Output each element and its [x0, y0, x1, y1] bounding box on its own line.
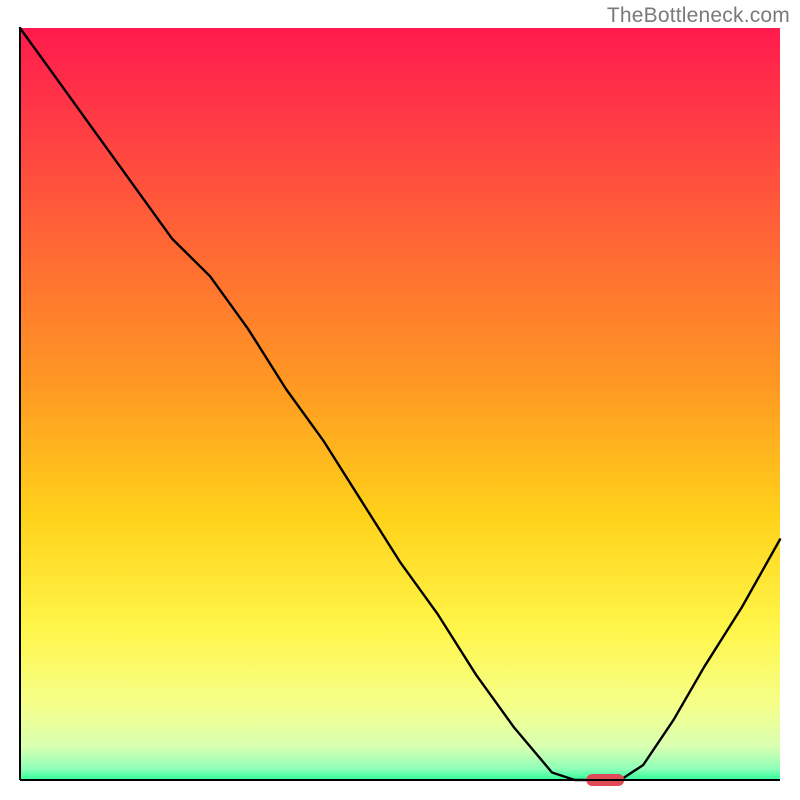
bottleneck-chart — [0, 0, 800, 800]
chart-background — [20, 28, 780, 780]
